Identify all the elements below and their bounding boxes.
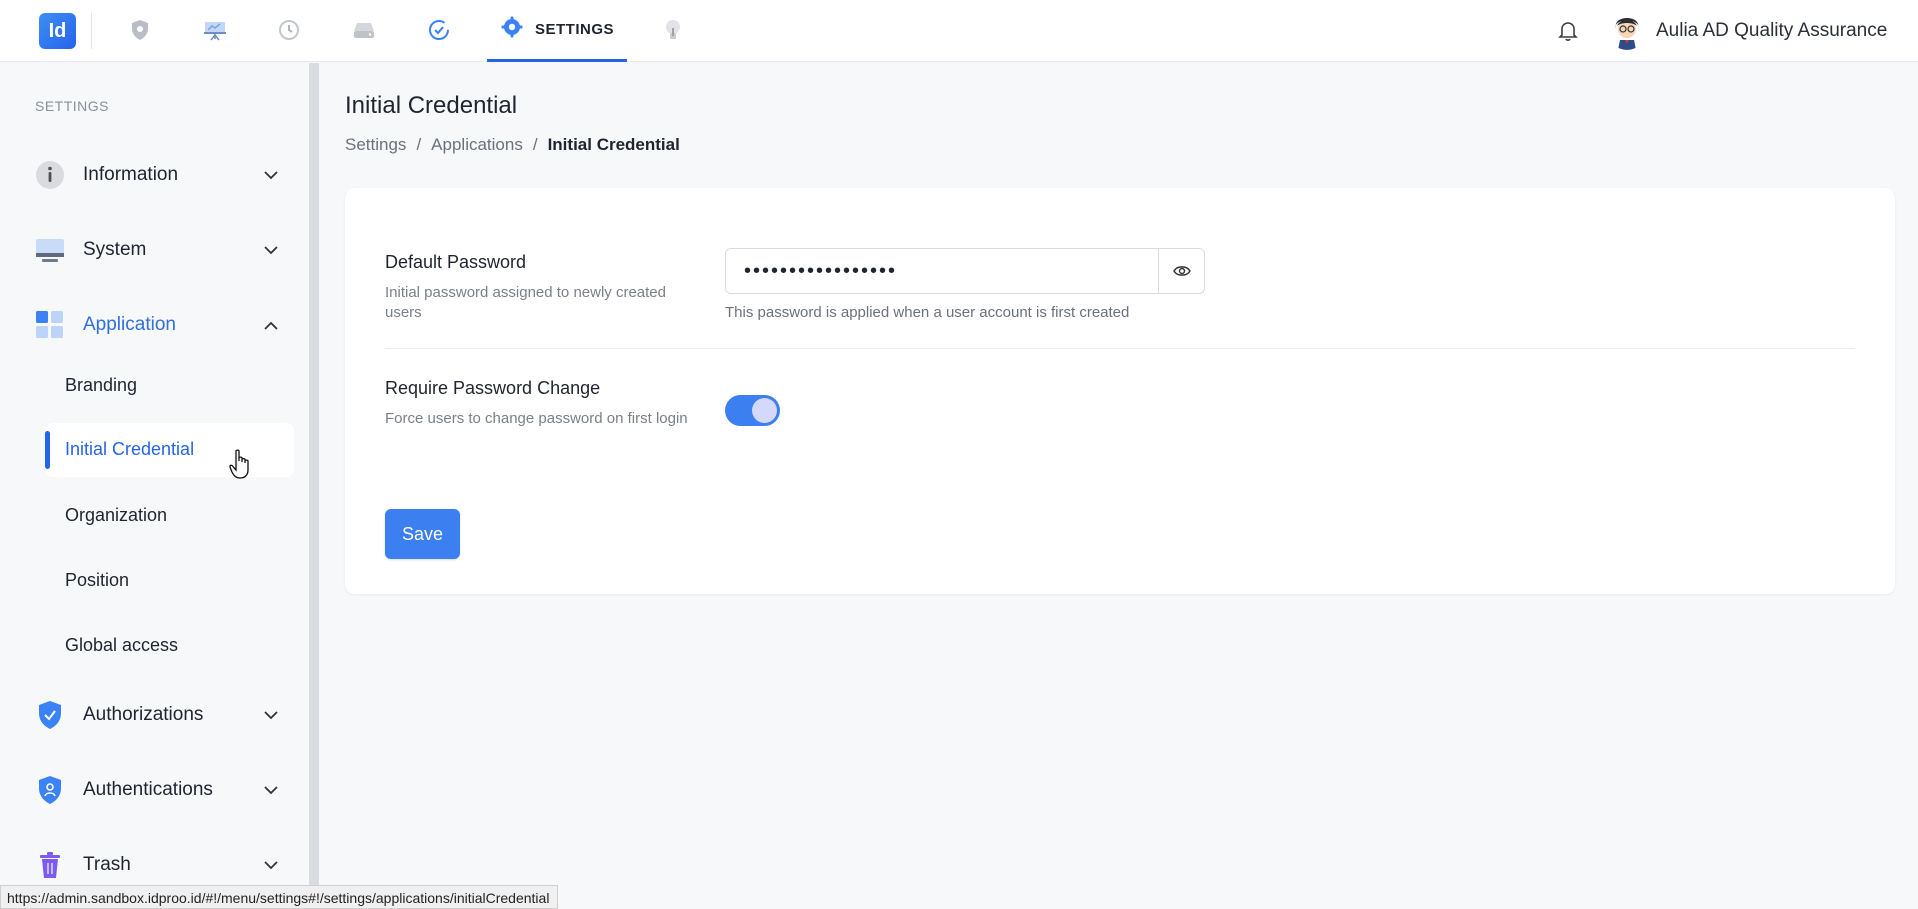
sidebar-subitem-branding[interactable]: Branding xyxy=(65,375,137,396)
chevron-down-icon xyxy=(262,241,280,259)
sidebar-subitem-label: Initial Credential xyxy=(65,439,195,459)
eye-icon[interactable] xyxy=(1158,249,1204,293)
default-password-description: Initial password assigned to newly creat… xyxy=(385,284,666,321)
user-name[interactable]: Aulia AD Quality Assurance xyxy=(1656,20,1887,42)
tab-settings-label: SETTINGS xyxy=(535,21,615,38)
breadcrumb-separator: / xyxy=(532,135,538,154)
sidebar-item-authentications[interactable]: Authentications xyxy=(35,770,280,810)
breadcrumb-settings[interactable]: Settings xyxy=(345,135,406,155)
section-divider xyxy=(385,348,1855,349)
sidebar-scrollbar[interactable] xyxy=(309,63,319,909)
shield-check-icon xyxy=(35,700,65,730)
avatar[interactable] xyxy=(1608,12,1646,50)
default-password-help: This password is applied when a user acc… xyxy=(725,304,1130,321)
logo-text: Id xyxy=(48,19,67,42)
save-button[interactable]: Save xyxy=(385,509,460,559)
breadcrumb: Settings / Applications / Initial Creden… xyxy=(345,135,680,155)
sidebar-subitem-position[interactable]: Position xyxy=(65,570,129,591)
check-circle-icon[interactable] xyxy=(426,17,452,43)
require-change-description: Force users to change password on first … xyxy=(385,410,688,427)
page-title: Initial Credential xyxy=(345,92,518,119)
grid-icon xyxy=(35,310,65,340)
status-bar-url: https://admin.sandbox.idproo.id/#!/menu/… xyxy=(0,885,559,909)
breadcrumb-applications[interactable]: Applications xyxy=(431,135,523,155)
default-password-label: Default Password xyxy=(385,252,527,272)
breadcrumb-current: Initial Credential xyxy=(547,135,680,154)
logo-divider xyxy=(91,13,92,49)
sidebar-item-system[interactable]: System xyxy=(35,230,280,270)
settings-card: Default Password Initial password assign… xyxy=(345,188,1895,594)
history-icon[interactable] xyxy=(276,17,302,43)
default-password-field xyxy=(725,248,1205,294)
toggle-knob xyxy=(752,398,777,423)
sidebar-subitem-global-access[interactable]: Global access xyxy=(65,635,178,656)
top-bar: Id SETTINGS Aulia AD Quality Assurance xyxy=(0,0,1918,62)
sidebar-item-label: System xyxy=(83,239,147,260)
sidebar-item-application[interactable]: Application xyxy=(35,305,280,345)
sidebar-item-information[interactable]: Information xyxy=(35,155,280,195)
sidebar-item-label: Information xyxy=(83,164,179,185)
sidebar-item-label: Application xyxy=(83,314,176,335)
gear-icon xyxy=(501,16,523,43)
presentation-icon[interactable] xyxy=(202,17,228,43)
shield-icon[interactable] xyxy=(127,17,153,43)
tab-settings[interactable]: SETTINGS xyxy=(487,0,627,62)
chevron-down-icon xyxy=(262,856,280,874)
app-logo[interactable]: Id xyxy=(39,13,76,49)
sidebar-heading: SETTINGS xyxy=(35,98,110,114)
sidebar-subitem-organization[interactable]: Organization xyxy=(65,505,167,526)
chevron-up-icon xyxy=(262,316,280,334)
sidebar-subitem-initial-credential[interactable]: Initial Credential xyxy=(45,423,294,477)
drive-icon[interactable] xyxy=(351,17,377,43)
lightbulb-icon[interactable] xyxy=(660,17,686,43)
sidebar-item-label: Authentications xyxy=(83,779,213,800)
sidebar-item-authorizations[interactable]: Authorizations xyxy=(35,695,280,735)
chevron-down-icon xyxy=(262,781,280,799)
shield-user-icon xyxy=(35,775,65,805)
monitor-icon xyxy=(35,235,65,265)
require-change-label: Require Password Change xyxy=(385,378,601,398)
active-indicator xyxy=(45,431,50,469)
info-icon xyxy=(35,160,65,190)
breadcrumb-separator: / xyxy=(416,135,422,154)
chevron-down-icon xyxy=(262,166,280,184)
sidebar-item-label: Trash xyxy=(83,854,131,875)
require-change-toggle[interactable] xyxy=(725,395,780,426)
chevron-down-icon xyxy=(262,706,280,724)
sidebar-item-label: Authorizations xyxy=(83,704,204,725)
bell-icon[interactable] xyxy=(1555,18,1581,44)
sidebar-item-trash[interactable]: Trash xyxy=(35,845,280,885)
default-password-input[interactable] xyxy=(726,249,1158,293)
hand-cursor-icon xyxy=(229,449,251,484)
trash-icon xyxy=(35,850,65,880)
